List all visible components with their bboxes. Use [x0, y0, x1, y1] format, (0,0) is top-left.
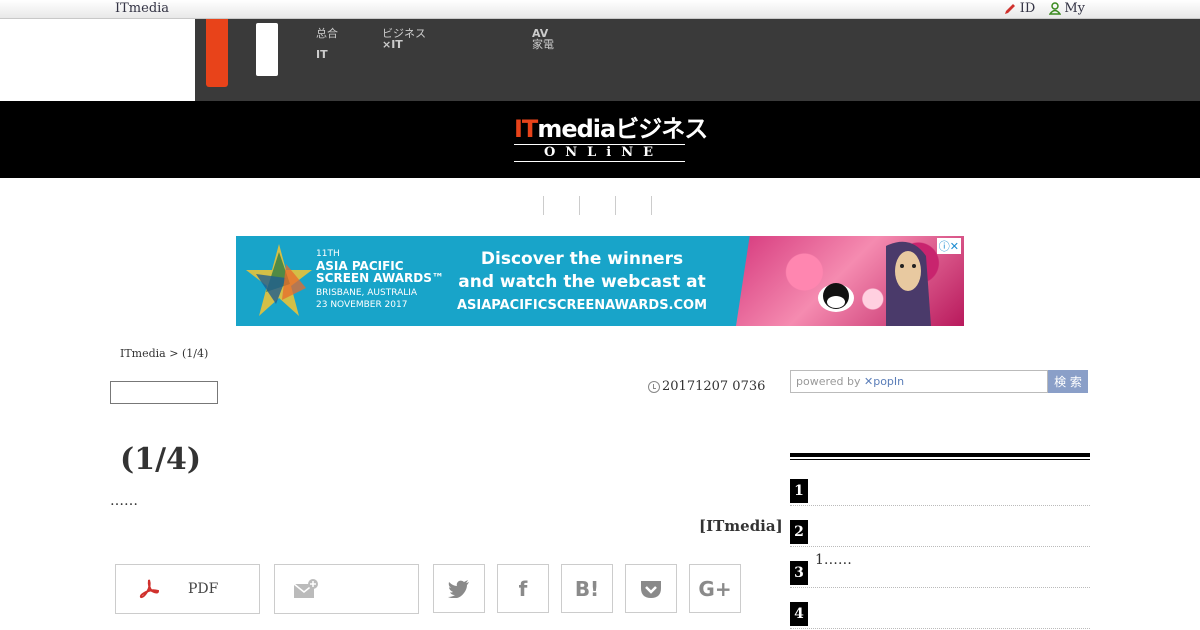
main-navigation: 总合 IT ビジネス ×IT AV 家電 [195, 19, 1200, 101]
ad-headline-line: and watch the webcast at [458, 272, 706, 292]
main-navigation-area: 总合 IT ビジネス ×IT AV 家電 [0, 19, 1200, 101]
article-date: 20171207 0736 [648, 379, 765, 394]
ranking-number: 3 [790, 561, 808, 585]
page-title: (1/4) [120, 442, 202, 477]
pdf-button-label: PDF [188, 581, 219, 597]
id-link-label: ID [1019, 1, 1036, 16]
nav-item-line: 总合 [316, 27, 338, 40]
top-right-links: ID My [1004, 1, 1085, 16]
nav-tab-current[interactable] [206, 19, 228, 87]
pdf-button[interactable]: PDF [115, 564, 260, 614]
hatena-bookmark-button[interactable]: B! [561, 564, 613, 613]
ad-close-icon[interactable]: ⓘ✕ [936, 238, 961, 254]
pdf-icon [139, 579, 160, 599]
id-link[interactable]: ID [1004, 1, 1036, 16]
ad-artwork [736, 236, 964, 326]
subnav-item[interactable] [543, 196, 579, 215]
subnav-divider [651, 196, 652, 215]
pocket-button[interactable] [625, 564, 677, 613]
search-button[interactable]: 検 索 [1048, 370, 1088, 393]
logo-subtitle: ONLiNE [514, 144, 685, 162]
ranking-header [790, 453, 1090, 460]
ad-url: ASIAPACIFICSCREENAWARDS.COM [456, 298, 708, 313]
ranking-item-3[interactable]: 3 1…… [790, 547, 1090, 588]
breadcrumb[interactable]: ITmedia > (1/4) [120, 347, 208, 360]
sub-navigation [543, 196, 652, 215]
ad-headline-line: Discover the winners [480, 249, 684, 269]
my-link[interactable]: My [1049, 1, 1085, 16]
nav-item-line: 家電 [532, 38, 554, 51]
subnav-item[interactable] [579, 196, 615, 215]
twitter-share-button[interactable] [433, 564, 485, 613]
sidebar-search: powered by ✕popIn 検 索 [790, 370, 1088, 393]
google-plus-icon: G+ [698, 576, 732, 601]
ranking-item-4[interactable]: 4 [790, 588, 1090, 629]
logo-media: media [537, 115, 616, 143]
ranking-item-2[interactable]: 2 [790, 506, 1090, 547]
article-byline: [ITmedia] [699, 517, 783, 535]
ranking-number: 2 [790, 520, 808, 544]
site-header: ITmediaビジネス ONLiNE [0, 101, 1200, 178]
logo-business: ビジネス [615, 115, 708, 143]
ad-headline: Discover the winners and watch the webca… [454, 248, 710, 317]
article-tool-box[interactable] [110, 381, 218, 404]
popin-prefix: powered by [796, 375, 864, 388]
article-date-text: 20171207 0736 [662, 379, 766, 394]
itmedia-home-link[interactable]: ITmedia [115, 1, 169, 16]
facebook-icon: f [518, 576, 528, 601]
twitter-icon [448, 579, 469, 598]
mail-add-icon [293, 579, 318, 598]
pencil-icon [1004, 4, 1015, 14]
character-illustration [818, 241, 931, 326]
awards-title: 11TH ASIA PACIFIC SCREEN AWARDS™ BRISBAN… [316, 248, 444, 311]
nav-item-business-it[interactable]: ビジネス ×IT [382, 28, 426, 50]
hatena-bookmark-icon: B! [574, 576, 600, 601]
nav-item-av[interactable]: AV 家電 [532, 28, 554, 50]
awards-line: BRISBANE, AUSTRALIA [316, 288, 418, 298]
awards-line: SCREEN AWARDS™ [316, 271, 444, 285]
pocket-icon [641, 580, 661, 598]
nav-item-line: IT [316, 48, 328, 61]
facebook-share-button[interactable]: f [497, 564, 549, 613]
popin-brand: ✕popIn [864, 375, 905, 388]
awards-star-logo [246, 244, 312, 316]
nav-tab-secondary[interactable] [256, 23, 278, 76]
email-share-button[interactable] [274, 564, 419, 614]
site-logo[interactable]: ITmediaビジネス ONLiNE [514, 115, 708, 164]
logo-it: IT [514, 115, 538, 143]
popin-search-input[interactable]: powered by ✕popIn [790, 370, 1048, 393]
user-icon [1049, 2, 1062, 15]
my-link-label: My [1064, 1, 1085, 16]
top-utility-bar: ITmedia ID My [0, 0, 1200, 19]
ranking-text: 1…… [815, 552, 852, 568]
ranking-number: 4 [790, 602, 808, 626]
google-plus-button[interactable]: G+ [689, 564, 741, 613]
ranking-number: 1 [790, 479, 808, 503]
subnav-item[interactable] [615, 196, 651, 215]
ad-banner[interactable]: 11TH ASIA PACIFIC SCREEN AWARDS™ BRISBAN… [236, 236, 964, 326]
ranking-item-1[interactable]: 1 [790, 465, 1090, 506]
nav-item-line: ×IT [382, 38, 403, 51]
awards-line: 23 NOVEMBER 2017 [316, 300, 408, 310]
logo-main: ITmediaビジネス [514, 115, 708, 143]
clock-icon [648, 380, 660, 393]
nav-item-general[interactable]: 总合 IT [316, 28, 338, 60]
article-lede: …… [110, 493, 138, 509]
